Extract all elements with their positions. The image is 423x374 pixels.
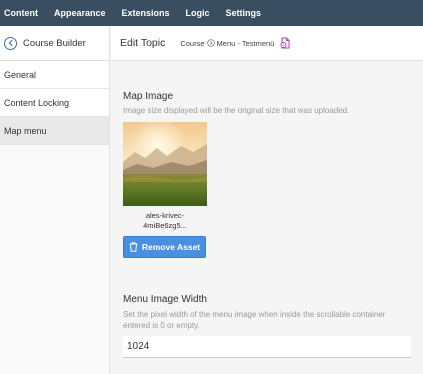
menu-image-width-help-2: entered is 0 or empty. xyxy=(123,321,200,330)
map-image-label: Map Image xyxy=(123,91,174,102)
nav-logic[interactable]: Logic xyxy=(186,8,210,18)
breadcrumb: Course Menu - Testmenü xyxy=(180,39,274,48)
nav-extensions[interactable]: Extensions xyxy=(122,8,170,18)
sidebar: Course Builder General Content Locking M… xyxy=(0,26,110,374)
sidebar-item-general[interactable]: General xyxy=(0,61,109,89)
sidebar-item-map-menu[interactable]: Map menu xyxy=(0,117,109,145)
arrow-left-circle-icon[interactable] xyxy=(4,36,17,50)
breadcrumb-course[interactable]: Course xyxy=(180,39,204,48)
main-content: Map Image Image size displayed will be t… xyxy=(111,61,423,374)
remove-asset-label: Remove Asset xyxy=(141,242,201,252)
chevron-right-circle-icon xyxy=(206,39,215,47)
sidebar-header: Course Builder xyxy=(0,26,109,61)
map-image-thumbnail[interactable] xyxy=(123,122,207,206)
sidebar-item-content-locking[interactable]: Content Locking xyxy=(0,89,109,117)
page-title: Edit Topic xyxy=(120,37,166,49)
nav-content[interactable]: Content xyxy=(4,8,38,18)
remove-asset-button[interactable]: Remove Asset xyxy=(123,236,206,258)
trash-icon xyxy=(129,242,138,252)
menu-image-width-help-1: Set the pixel width of the menu image wh… xyxy=(123,310,386,319)
asset-filename: ales-krivec- 4miBe6zg5... xyxy=(123,211,207,231)
sidebar-title: Course Builder xyxy=(23,37,86,49)
breadcrumb-menu[interactable]: Menu - Testmenü xyxy=(217,39,275,48)
document-icon[interactable] xyxy=(279,37,291,49)
asset-filename-line2: 4miBe6zg5... xyxy=(143,221,187,230)
menu-image-width-label: Menu Image Width xyxy=(123,294,207,305)
nav-appearance[interactable]: Appearance xyxy=(54,8,106,18)
asset-filename-line1: ales-krivec- xyxy=(145,211,185,220)
header-bar: Edit Topic Course Menu - Testmenü xyxy=(111,26,423,61)
nav-settings[interactable]: Settings xyxy=(226,8,262,18)
map-image-help: Image size displayed will be the origina… xyxy=(123,106,350,115)
top-nav: Content Appearance Extensions Logic Sett… xyxy=(0,0,423,26)
menu-image-width-input[interactable] xyxy=(123,336,411,358)
